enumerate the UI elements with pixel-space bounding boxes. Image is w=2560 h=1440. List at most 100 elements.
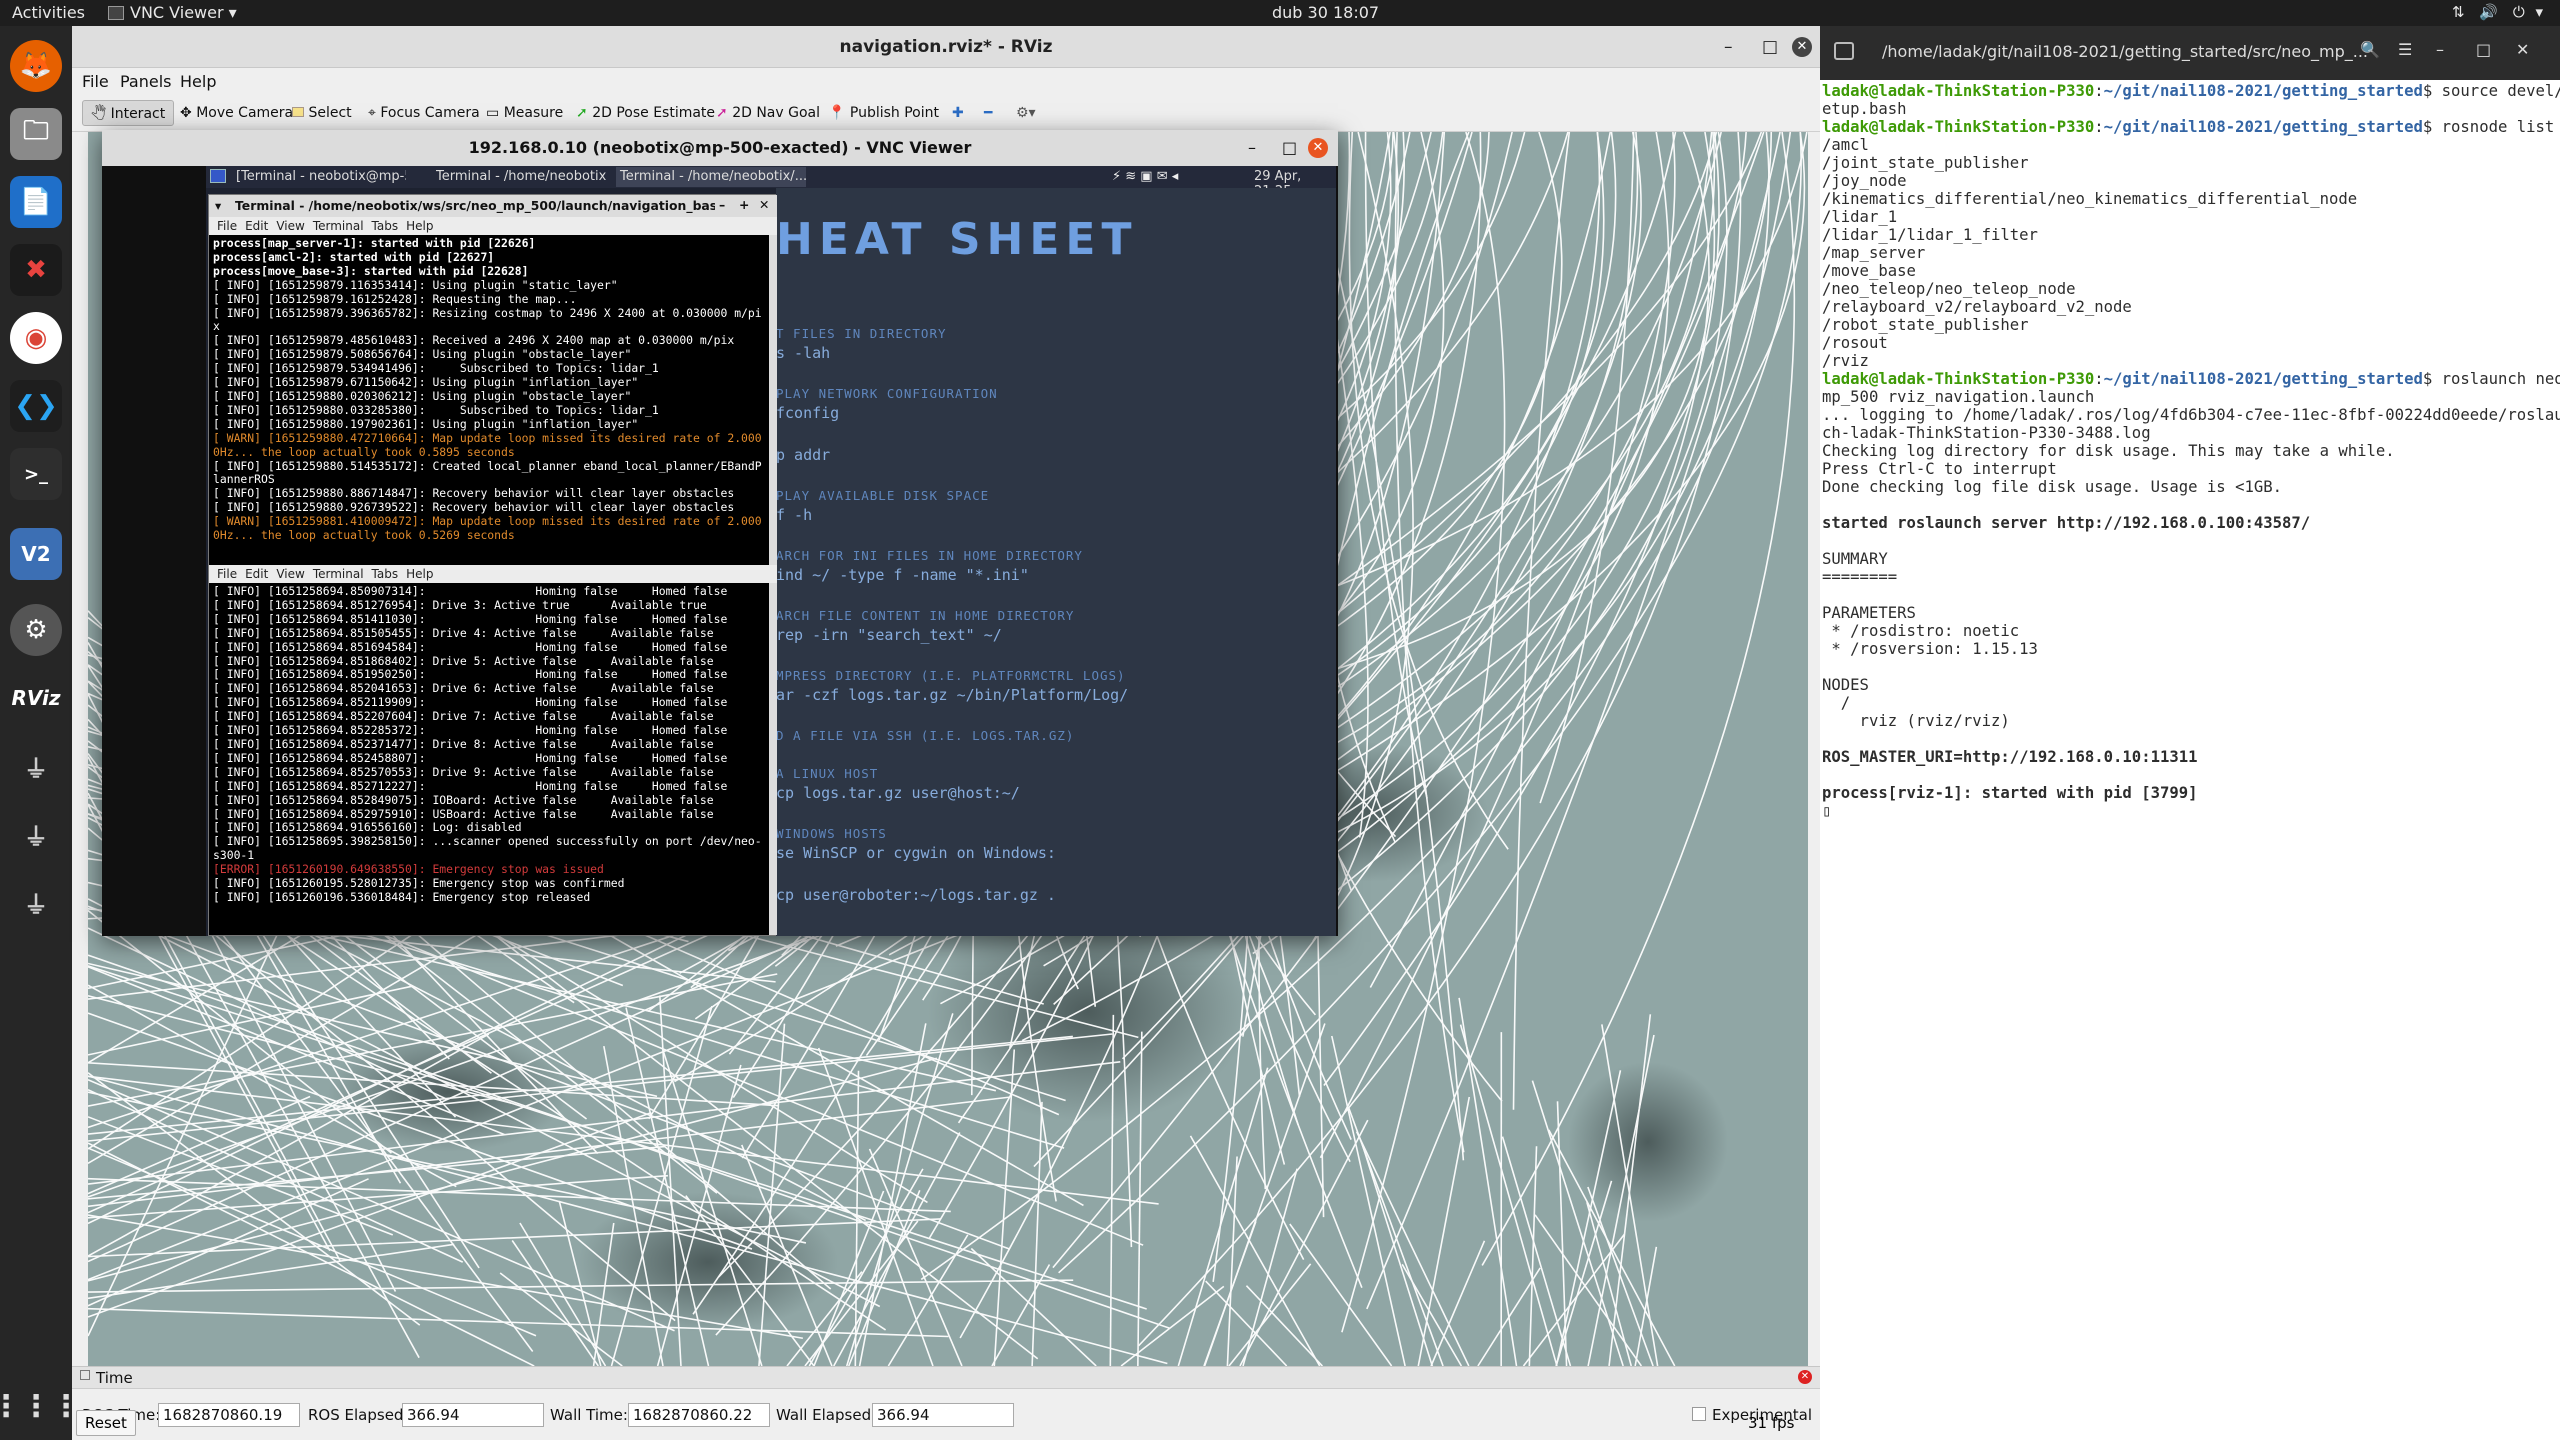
vnc-title-bar[interactable]: 192.168.0.10 (neobotix@mp-500-exacted) -… [102, 130, 1338, 166]
close-panel-icon[interactable]: ✕ [1798, 1370, 1812, 1384]
minimize-icon[interactable]: – [1724, 26, 1733, 68]
move-camera-tool-button[interactable]: ✥ Move Camera [172, 100, 301, 126]
panel-dock-icon[interactable] [80, 1370, 90, 1380]
wall-time-field[interactable]: 1682870860.22 [628, 1403, 770, 1427]
maximize-icon[interactable]: □ [2476, 40, 2491, 59]
activities-button[interactable]: Activities [12, 3, 85, 22]
settings-icon[interactable]: ⚙ [10, 604, 62, 656]
terminal-line: [ INFO] [1651258694.850907314]: Homing f… [213, 584, 728, 598]
clock[interactable]: dub 30 18:07 [1272, 3, 1379, 22]
system-tray[interactable]: ⇅ 🔊 ⏻ ▾ [2452, 3, 2543, 21]
tool-label: 2D Pose Estimate [592, 105, 716, 121]
hamburger-menu-icon[interactable]: ☰ [2398, 40, 2412, 59]
terminal-line: /robot_state_publisher [1822, 316, 2558, 334]
menu-tabs[interactable]: Tabs [372, 567, 399, 581]
ros-time-field[interactable]: 1682870860.19 [158, 1403, 300, 1427]
usb-drive-icon[interactable]: ⏚ [10, 808, 62, 860]
pose-estimate-tool-button[interactable]: ➚ 2D Pose Estimate [568, 100, 723, 126]
menu-help[interactable]: Help [406, 567, 433, 581]
menu-help[interactable]: Help [180, 72, 216, 91]
select-tool-button[interactable]: Select [284, 100, 360, 126]
interact-tool-button[interactable]: 🖑 Interact [82, 100, 175, 126]
show-applications-icon[interactable]: ⋮⋮⋮ [0, 1380, 81, 1432]
jetbrains-icon[interactable]: ✖ [10, 244, 62, 296]
vnc-viewer-app-menu[interactable]: VNC Viewer ▾ [108, 3, 237, 22]
firefox-icon[interactable]: 🦊 [10, 40, 62, 92]
scrollbar[interactable] [769, 583, 777, 935]
writer-icon[interactable]: 📄 [10, 176, 62, 228]
terminal-line: /neo_teleop/neo_teleop_node [1822, 280, 2558, 298]
tool-label: Move Camera [196, 105, 294, 121]
menu-file[interactable]: File [82, 72, 109, 91]
rviz-icon[interactable]: RViz [10, 672, 62, 724]
host-terminal-header[interactable]: /home/ladak/git/nail108-2021/getting_sta… [1820, 26, 2560, 80]
terminal-line: [ INFO] [1651259880.926739522]: Recovery… [213, 500, 735, 515]
nav-goal-tool-button[interactable]: ➚ 2D Nav Goal [708, 100, 828, 126]
remote-task-terminal-3[interactable]: Terminal - /home/neobotix/... [616, 167, 806, 187]
publish-point-tool-button[interactable]: 📍 Publish Point [820, 100, 947, 126]
menu-help[interactable]: Help [406, 219, 433, 233]
usb-drive-icon[interactable]: ⏚ [10, 876, 62, 928]
menu-view[interactable]: View [276, 219, 304, 233]
minimize-icon[interactable]: – [719, 197, 725, 212]
maximize-icon[interactable]: □ [1762, 26, 1778, 68]
experimental-checkbox[interactable] [1692, 1407, 1706, 1421]
tool-properties-icon[interactable]: ⚙▾ [1008, 100, 1044, 126]
remote-task-terminal-1[interactable]: [Terminal - neobotix@mp-50... [236, 169, 406, 184]
search-icon[interactable]: 🔍 [2360, 40, 2380, 59]
menu-tabs[interactable]: Tabs [372, 219, 399, 233]
menu-panels[interactable]: Panels [120, 72, 172, 91]
scrollbar[interactable] [769, 235, 777, 565]
terminal-line: Done checking log file disk usage. Usage… [1822, 478, 2558, 496]
remote-tray-icons[interactable]: ⚡ ≋ ▣ ✉ ◂ [1112, 169, 1178, 184]
usb-drive-icon[interactable]: ⏚ [10, 740, 62, 792]
chrome-icon[interactable]: ◉ [10, 312, 62, 364]
terminal-line: ▯ [1822, 802, 2558, 820]
remote-task-terminal-2[interactable]: Terminal - /home/neobotix/... [436, 169, 606, 184]
reset-button[interactable]: Reset [76, 1410, 136, 1436]
remove-tool-icon[interactable]: ━ [976, 100, 1000, 126]
close-icon[interactable]: ✕ [2516, 40, 2529, 59]
window-menu-icon[interactable]: ▾ [215, 198, 221, 213]
cheat-heading: ARCH FILE CONTENT IN HOME DIRECTORY [776, 608, 1075, 623]
cheat-command: ar -czf logs.tar.gz ~/bin/Platform/Log/ [776, 686, 1129, 704]
rviz-title-bar[interactable]: navigation.rviz* - RViz – □ ✕ [72, 26, 1820, 68]
menu-edit[interactable]: Edit [245, 567, 268, 581]
new-tab-icon[interactable] [1834, 42, 1854, 60]
terminal-line: [ INFO] [1651260196.536018484]: Emergenc… [213, 889, 591, 904]
measure-tool-button[interactable]: ▭ Measure [478, 100, 571, 126]
terminal-icon[interactable]: >_ [10, 448, 62, 500]
close-icon[interactable]: ✕ [1308, 138, 1328, 158]
vnc-viewer-icon[interactable]: V2 [10, 528, 62, 580]
ros-elapsed-field[interactable]: 366.94 [402, 1403, 544, 1427]
maximize-icon[interactable]: □ [1282, 130, 1297, 166]
remote-terminal-title-bar[interactable]: ▾ Terminal - /home/neobotix/ws/src/neo_m… [209, 195, 777, 217]
menu-terminal[interactable]: Terminal [313, 219, 364, 233]
close-icon[interactable]: ✕ [1792, 37, 1812, 57]
terminal-line: etup.bash [1822, 100, 2558, 118]
maximize-icon[interactable]: + [739, 197, 749, 212]
select-icon [292, 107, 304, 117]
terminal-line: mp_500 rviz_navigation.launch [1822, 388, 2558, 406]
add-tool-icon[interactable]: ✚ [944, 100, 972, 126]
cheat-command: s -lah [776, 344, 831, 362]
terminal-text: /rviz [1822, 352, 1869, 370]
minimize-icon[interactable]: – [2436, 40, 2444, 59]
remote-desktop-view[interactable]: [Terminal - neobotix@mp-50... Terminal -… [206, 166, 1336, 936]
host-terminal-output[interactable]: ladak@ladak-ThinkStation-P330:~/git/nail… [1820, 80, 2560, 1440]
vscode-icon[interactable]: ❮❯ [10, 380, 62, 432]
focus-camera-tool-button[interactable]: ⌖ Focus Camera [360, 100, 488, 126]
remote-menu-icon[interactable] [210, 169, 226, 183]
menu-file[interactable]: File [217, 567, 237, 581]
files-icon[interactable]: 🗀 [10, 108, 62, 160]
menu-terminal[interactable]: Terminal [313, 567, 364, 581]
minimize-icon[interactable]: – [1248, 130, 1256, 166]
menu-file[interactable]: File [217, 219, 237, 233]
menu-edit[interactable]: Edit [245, 219, 268, 233]
terminal-text: /relayboard_v2/relayboard_v2_node [1822, 298, 2132, 316]
menu-view[interactable]: View [276, 567, 304, 581]
wall-elapsed-field[interactable]: 366.94 [872, 1403, 1014, 1427]
terminal-pane-navigation[interactable]: process[map_server-1]: started with pid … [209, 235, 769, 565]
close-icon[interactable]: ✕ [759, 197, 769, 212]
terminal-pane-drives[interactable]: [ INFO] [1651258694.850907314]: Homing f… [209, 583, 769, 935]
